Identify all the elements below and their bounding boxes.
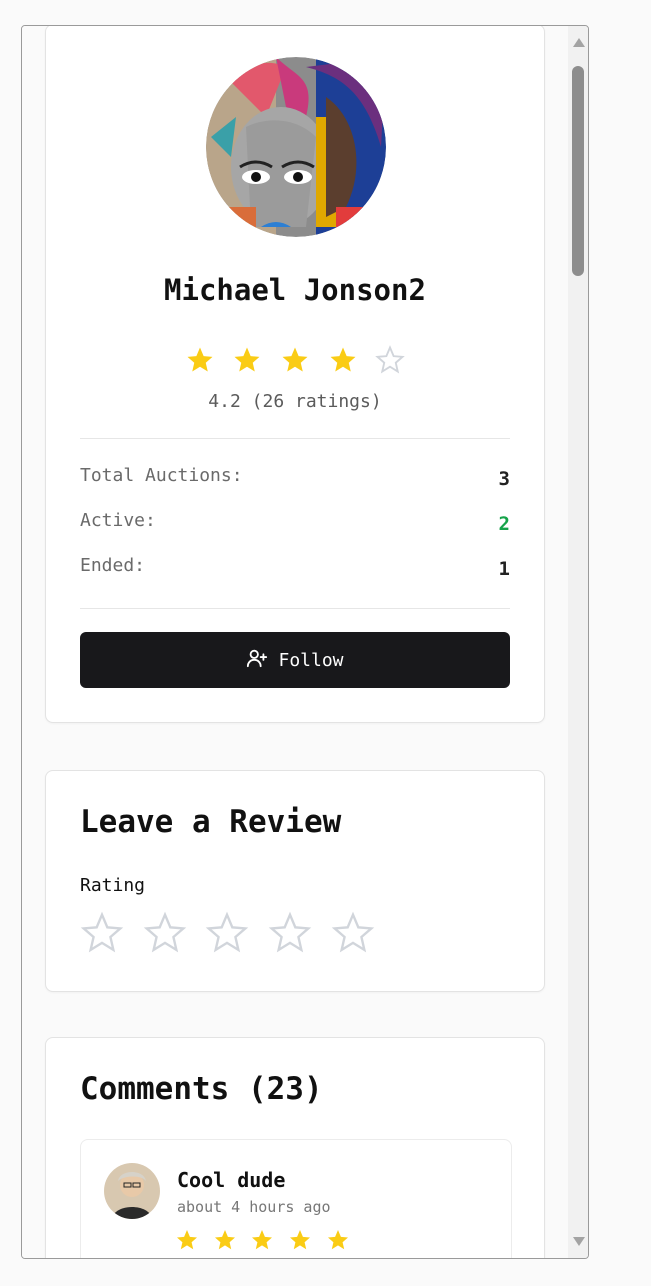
stat-value: 2	[498, 513, 510, 535]
star-icon	[175, 1228, 199, 1252]
scroll-up-arrow-icon[interactable]	[573, 38, 585, 47]
user-plus-icon	[246, 647, 278, 674]
star-outline-icon[interactable]	[80, 911, 124, 955]
profile-name: Michael Jonson2	[164, 273, 426, 307]
page-viewport: Michael Jonson2 4.2 (26 ratings) Total A…	[22, 26, 568, 1258]
comments-title: Comments (23)	[80, 1071, 323, 1107]
star-icon	[326, 1228, 350, 1252]
star-icon	[280, 345, 310, 375]
star-icon	[232, 345, 262, 375]
divider	[80, 438, 510, 439]
stat-label: Active:	[80, 510, 156, 531]
stat-ended: Ended: 1	[80, 555, 510, 585]
scroll-down-arrow-icon[interactable]	[573, 1237, 585, 1246]
star-icon	[213, 1228, 237, 1252]
star-outline-icon[interactable]	[331, 911, 375, 955]
star-icon	[288, 1228, 312, 1252]
profile-rating-stars	[46, 345, 544, 375]
star-icon	[185, 345, 215, 375]
review-title: Leave a Review	[80, 804, 342, 840]
follow-button[interactable]: Follow	[80, 632, 510, 688]
stat-label: Total Auctions:	[80, 465, 243, 486]
rating-summary: 4.2 (26 ratings)	[208, 391, 382, 412]
star-outline-icon	[375, 345, 406, 375]
divider	[80, 608, 510, 609]
comment-author: Cool dude	[177, 1168, 286, 1192]
browser-frame: Michael Jonson2 4.2 (26 ratings) Total A…	[21, 25, 589, 1259]
scrollbar-thumb[interactable]	[572, 66, 584, 276]
profile-avatar	[206, 57, 386, 237]
star-outline-icon[interactable]	[143, 911, 187, 955]
comments-card: Comments (23) Cool dude about 4 hours ag…	[45, 1037, 545, 1258]
review-star-input	[80, 911, 384, 959]
comment-item: Cool dude about 4 hours ago	[80, 1139, 512, 1258]
review-card: Leave a Review Rating	[45, 770, 545, 992]
star-icon	[250, 1228, 274, 1252]
star-outline-icon[interactable]	[268, 911, 312, 955]
follow-label: Follow	[278, 649, 344, 671]
stat-value: 3	[498, 468, 510, 490]
profile-card: Michael Jonson2 4.2 (26 ratings) Total A…	[45, 26, 545, 723]
vertical-scrollbar[interactable]	[568, 26, 588, 1258]
comment-rating-stars	[175, 1228, 354, 1256]
star-icon	[328, 345, 358, 375]
rating-label: Rating	[80, 875, 146, 896]
stat-total-auctions: Total Auctions: 3	[80, 465, 510, 495]
comment-timestamp: about 4 hours ago	[177, 1198, 331, 1216]
stat-label: Ended:	[80, 555, 146, 576]
stat-active: Active: 2	[80, 510, 510, 540]
avatar	[104, 1163, 160, 1219]
star-outline-icon[interactable]	[205, 911, 249, 955]
stat-value: 1	[498, 558, 510, 580]
